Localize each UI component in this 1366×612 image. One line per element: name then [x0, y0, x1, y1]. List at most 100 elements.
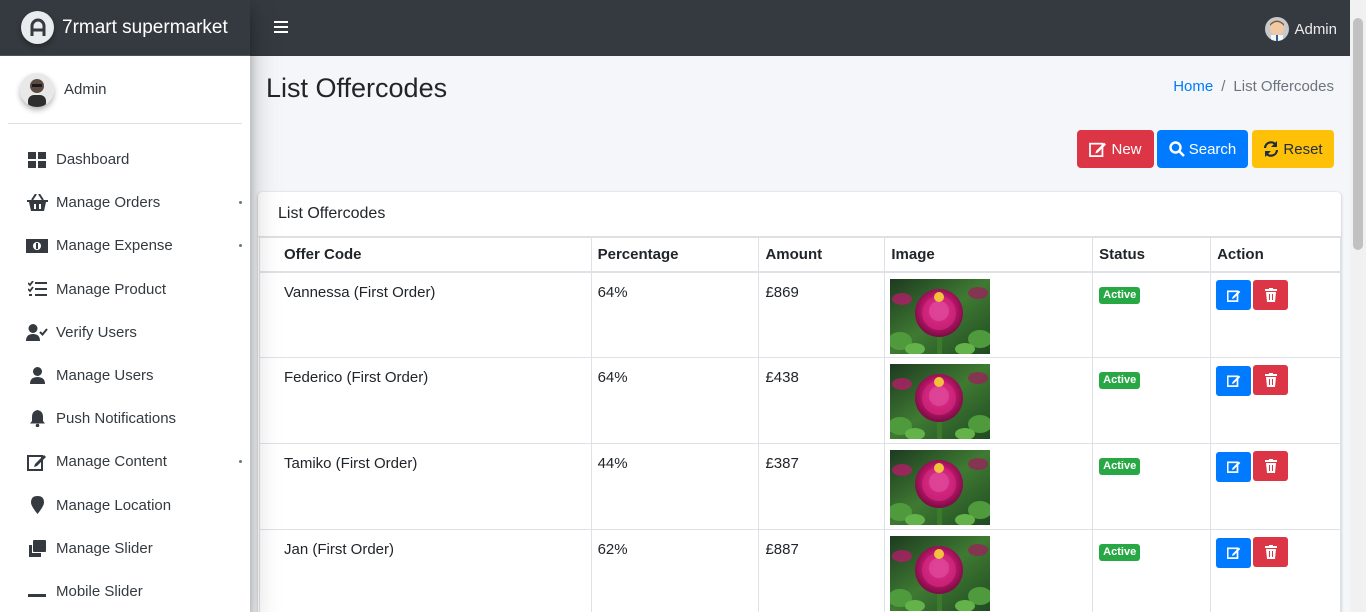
image-cell — [884, 529, 1094, 612]
action-cell — [1210, 529, 1341, 612]
avatar — [1265, 17, 1289, 41]
sidebar-user-panel[interactable]: Admin — [8, 56, 242, 124]
table-row: Tamiko (First Order) 44% £387 Active — [259, 443, 1341, 530]
sidebar-item-label: Manage Content — [56, 453, 167, 471]
map-marker-icon — [26, 495, 48, 515]
card-title: List Offercodes — [258, 192, 1341, 237]
topbar-user-menu[interactable]: Admin — [1265, 17, 1337, 41]
user-icon — [26, 366, 48, 386]
sidebar-item-dashboard[interactable]: Dashboard — [0, 138, 250, 181]
reset-button[interactable]: Reset — [1252, 130, 1334, 168]
offer-image — [890, 279, 990, 354]
edit-button[interactable] — [1216, 280, 1252, 310]
top-navbar: Admin — [250, 0, 1350, 56]
delete-button[interactable] — [1253, 537, 1289, 567]
edit-button[interactable] — [1216, 365, 1252, 396]
search-button-label: Search — [1188, 140, 1237, 158]
table-row: Jan (First Order) 62% £887 Active — [259, 529, 1341, 612]
offer-code-cell: Federico (First Order) — [259, 357, 592, 444]
status-badge[interactable]: Active — [1099, 372, 1141, 389]
brand-logo-icon — [21, 11, 54, 44]
image-cell — [884, 443, 1094, 530]
minus-icon — [26, 581, 48, 601]
sidebar-item-mobile-slider[interactable]: Mobile Slider — [0, 570, 250, 612]
offer-image — [890, 364, 990, 439]
edit-icon — [1226, 547, 1240, 559]
edit-button[interactable] — [1216, 537, 1252, 568]
status-cell: Active — [1092, 443, 1212, 530]
sidebar-user-name[interactable]: Admin — [64, 81, 107, 98]
column-header-status[interactable]: Status — [1092, 237, 1212, 273]
column-header-offer-code[interactable]: Offer Code — [259, 237, 592, 273]
offercodes-card: List Offercodes Offer Code Percentage Am… — [258, 192, 1341, 612]
offer-code-cell: Jan (First Order) — [259, 529, 592, 612]
submenu-indicator-icon — [239, 201, 242, 205]
action-cell — [1210, 271, 1341, 358]
sidebar-item-label: Manage Orders — [56, 194, 161, 212]
sidebar-item-label: Manage Product — [56, 280, 167, 298]
menu-toggle-icon[interactable] — [274, 21, 288, 35]
sidebar-item-label: Push Notifications — [56, 410, 177, 428]
tasks-icon — [26, 279, 48, 299]
sidebar-item-manage-users[interactable]: Manage Users — [0, 354, 250, 397]
column-header-action[interactable]: Action — [1210, 237, 1341, 273]
sidebar-item-manage-location[interactable]: Manage Location — [0, 484, 250, 527]
sidebar-item-push-notifications[interactable]: Push Notifications — [0, 397, 250, 440]
status-badge[interactable]: Active — [1099, 458, 1141, 475]
edit-icon — [1226, 461, 1240, 473]
sidebar-item-verify-users[interactable]: Verify Users — [0, 311, 250, 354]
sidebar-item-label: Manage Slider — [56, 539, 153, 557]
new-button[interactable]: New — [1077, 130, 1154, 168]
edit-icon — [26, 452, 48, 472]
sidebar-item-label: Mobile Slider — [56, 582, 143, 600]
offercodes-table: Offer Code Percentage Amount Image Statu… — [259, 237, 1341, 612]
bell-icon — [26, 409, 48, 429]
brand-name: 7rmart supermarket — [62, 16, 228, 38]
user-check-icon — [26, 322, 48, 342]
percentage-cell: 64% — [590, 271, 760, 358]
action-cell — [1210, 443, 1341, 530]
trash-icon — [1264, 287, 1277, 302]
trash-icon — [1264, 545, 1277, 559]
breadcrumb-home-link[interactable]: Home — [1173, 78, 1213, 95]
brand-link[interactable]: 7rmart supermarket — [0, 0, 250, 56]
offer-code-cell: Tamiko (First Order) — [259, 443, 592, 530]
trash-icon — [1264, 459, 1277, 473]
status-badge[interactable]: Active — [1099, 544, 1141, 561]
search-button[interactable]: Search — [1157, 130, 1248, 168]
sidebar-item-manage-product[interactable]: Manage Product — [0, 268, 250, 311]
sidebar-item-label: Manage Expense — [56, 237, 173, 255]
breadcrumb-separator: / — [1221, 78, 1226, 95]
sidebar-item-manage-orders[interactable]: Manage Orders — [0, 181, 250, 224]
page-scrollbar[interactable] — [1350, 0, 1366, 612]
sidebar-item-label: Manage Location — [56, 496, 172, 514]
sidebar-item-manage-expense[interactable]: Manage Expense — [0, 224, 250, 267]
offer-code-cell: Vannessa (First Order) — [259, 271, 592, 358]
trash-icon — [1264, 373, 1277, 387]
edit-icon — [1226, 375, 1240, 387]
status-cell: Active — [1092, 357, 1212, 444]
sidebar-item-manage-content[interactable]: Manage Content — [0, 440, 250, 483]
sidebar-item-manage-slider[interactable]: Manage Slider — [0, 527, 250, 570]
column-header-percentage[interactable]: Percentage — [590, 237, 760, 273]
delete-button[interactable] — [1253, 365, 1289, 395]
column-header-image[interactable]: Image — [884, 237, 1094, 273]
column-header-amount[interactable]: Amount — [758, 237, 886, 273]
amount-cell: £887 — [758, 529, 886, 612]
image-cell — [884, 357, 1094, 444]
image-cell — [884, 271, 1094, 358]
sidebar-item-label: Dashboard — [56, 151, 130, 169]
status-badge[interactable]: Active — [1099, 286, 1141, 304]
delete-button[interactable] — [1253, 451, 1289, 481]
search-icon — [1169, 141, 1185, 157]
basket-icon — [26, 193, 48, 213]
table-row: Federico (First Order) 64% £438 Active — [259, 357, 1341, 444]
page-title: List Offercodes — [266, 73, 448, 103]
breadcrumb: Home / List Offercodes — [1173, 78, 1334, 95]
topbar-user-name[interactable]: Admin — [1294, 21, 1337, 38]
status-cell: Active — [1092, 529, 1212, 612]
delete-button[interactable] — [1253, 279, 1289, 310]
edit-button[interactable] — [1216, 451, 1252, 482]
scrollbar-thumb[interactable] — [1353, 18, 1363, 250]
edit-icon — [1089, 142, 1107, 157]
